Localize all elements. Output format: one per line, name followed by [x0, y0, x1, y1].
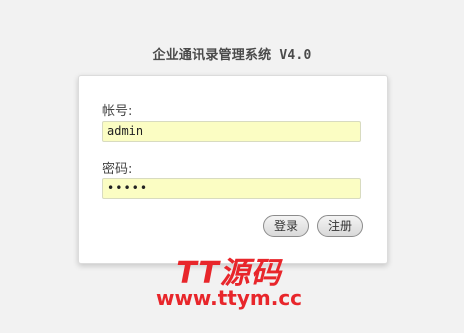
watermark-url: www.ttym.cc [155, 286, 303, 310]
username-field[interactable]: admin [102, 121, 361, 142]
username-label: 帐号: [102, 104, 133, 119]
login-card: 帐号: admin 密码: ••••• 登录 注册 [78, 75, 388, 264]
login-button[interactable]: 登录 [263, 215, 309, 237]
password-field[interactable]: ••••• [102, 178, 361, 199]
login-page: 企业通讯录管理系统 V4.0 帐号: admin 密码: ••••• 登录 注册… [0, 0, 464, 333]
page-title: 企业通讯录管理系统 V4.0 [152, 48, 312, 63]
register-button[interactable]: 注册 [317, 215, 363, 237]
password-label: 密码: [102, 162, 133, 177]
